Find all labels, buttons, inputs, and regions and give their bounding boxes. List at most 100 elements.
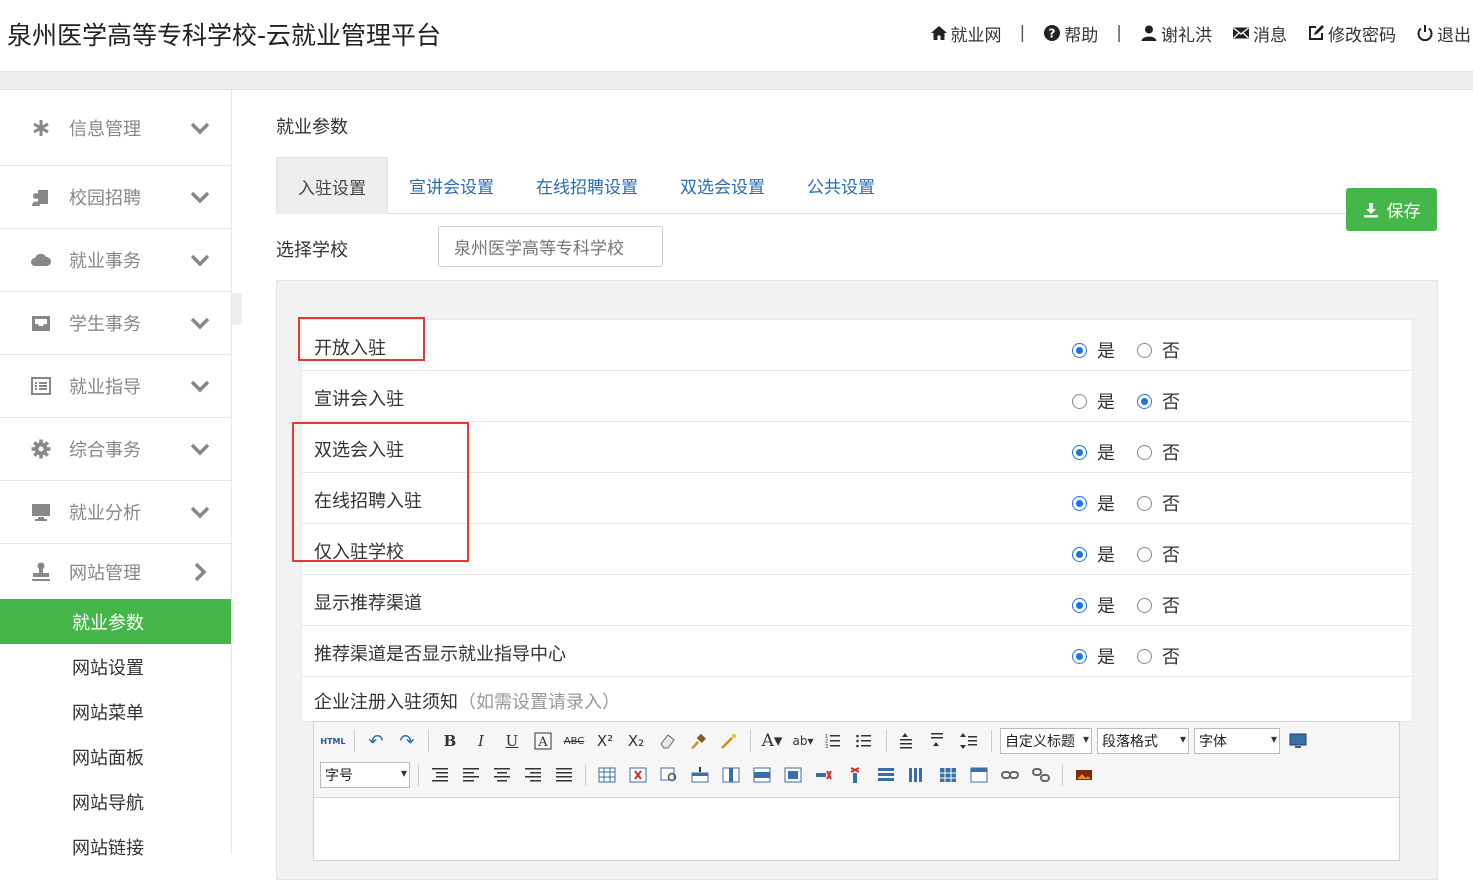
sidebar-item-employment-params[interactable]: 就业参数 <box>0 599 231 644</box>
highlight-box-settle-options <box>292 422 469 562</box>
strikethrough-icon[interactable]: ABC <box>561 729 587 753</box>
sidebar-group-campus-recruit[interactable]: 校园招聘 <box>0 166 231 229</box>
tab-online-recruit-settings[interactable]: 在线招聘设置 <box>515 157 659 214</box>
tab-public-settings[interactable]: 公共设置 <box>786 157 896 214</box>
heading-select[interactable]: 自定义标题 <box>1000 728 1092 754</box>
radio-no[interactable] <box>1137 444 1152 460</box>
sidebar-group-analysis[interactable]: 就业分析 <box>0 481 231 544</box>
radio-no[interactable] <box>1137 546 1152 562</box>
radio-no[interactable] <box>1137 648 1152 664</box>
sidebar-group-guidance[interactable]: 就业指导 <box>0 355 231 418</box>
table-grid-icon[interactable] <box>935 763 961 787</box>
sidebar-collapse-handle[interactable] <box>232 293 242 325</box>
underline-icon[interactable]: U <box>499 729 525 753</box>
nav-jobsite-link[interactable]: 就业网 <box>930 21 1002 46</box>
radio-yes[interactable] <box>1072 393 1087 409</box>
setting-row-channels-guidance: 推荐渠道是否显示就业指导中心 是 否 <box>302 626 1412 677</box>
italic-icon[interactable]: I <box>468 729 494 753</box>
nav-change-password-link[interactable]: 修改密码 <box>1307 21 1396 46</box>
delete-row-icon[interactable] <box>811 763 837 787</box>
tab-settle-settings[interactable]: 入驻设置 <box>276 157 388 214</box>
font-color-icon[interactable]: A▾ <box>759 729 785 753</box>
sidebar-item-site-panel[interactable]: 网站面板 <box>0 734 231 779</box>
paragraph-format-select[interactable]: 段落格式 <box>1097 728 1189 754</box>
align-center-icon[interactable] <box>489 763 515 787</box>
radio-yes-label: 是 <box>1097 341 1115 362</box>
radio-yes[interactable] <box>1072 546 1087 562</box>
table-row-icon[interactable] <box>873 763 899 787</box>
insert-row-above-icon[interactable] <box>687 763 713 787</box>
sidebar-group-website[interactable]: 网站管理 <box>0 544 231 599</box>
split-cells-icon[interactable] <box>780 763 806 787</box>
delete-table-icon[interactable] <box>625 763 651 787</box>
bold-icon[interactable]: B <box>437 729 463 753</box>
setting-radio-group: 是 否 <box>1072 337 1180 363</box>
sidebar-item-site-links[interactable]: 网站链接 <box>0 824 231 869</box>
tab-seminar-settings[interactable]: 宣讲会设置 <box>388 157 515 214</box>
radio-no-label: 否 <box>1162 392 1180 413</box>
radio-no[interactable] <box>1137 597 1152 613</box>
sidebar-item-site-settings[interactable]: 网站设置 <box>0 644 231 689</box>
font-size-select[interactable]: 字号 <box>320 762 410 788</box>
save-button[interactable]: 保存 <box>1346 188 1437 231</box>
eraser-icon[interactable] <box>654 729 680 753</box>
radio-yes[interactable] <box>1072 597 1087 613</box>
table-properties-icon[interactable] <box>656 763 682 787</box>
delete-column-icon[interactable] <box>842 763 868 787</box>
superscript-icon[interactable]: X² <box>592 729 618 753</box>
radio-yes-label: 是 <box>1097 545 1115 566</box>
nav-logout-link[interactable]: 退出 <box>1416 21 1471 46</box>
highlight-color-icon[interactable]: ab▾ <box>790 729 816 753</box>
table-column-icon[interactable] <box>904 763 930 787</box>
radio-yes[interactable] <box>1072 648 1087 664</box>
radio-no[interactable] <box>1137 495 1152 511</box>
nav-help-link[interactable]: ? 帮助 <box>1043 21 1098 46</box>
subscript-icon[interactable]: X₂ <box>623 729 649 753</box>
radio-yes[interactable] <box>1072 495 1087 511</box>
insert-column-icon[interactable] <box>718 763 744 787</box>
sidebar-item-site-nav[interactable]: 网站导航 <box>0 779 231 824</box>
unordered-list-icon[interactable] <box>852 729 878 753</box>
unlink-icon[interactable] <box>1028 763 1054 787</box>
insert-table-icon[interactable] <box>594 763 620 787</box>
radio-no[interactable] <box>1137 342 1152 358</box>
auto-format-icon[interactable] <box>716 729 742 753</box>
insert-image-icon[interactable] <box>1071 763 1097 787</box>
format-brush-icon[interactable] <box>685 729 711 753</box>
notice-hint: （如需设置请录入） <box>458 692 620 713</box>
align-justify-icon[interactable] <box>551 763 577 787</box>
chevron-down-icon <box>190 443 210 456</box>
indent-icon[interactable] <box>427 763 453 787</box>
tab-job-fair-settings[interactable]: 双选会设置 <box>659 157 786 214</box>
nav-user-link[interactable]: 谢礼洪 <box>1140 21 1212 46</box>
paragraph-spacing-bottom-icon[interactable] <box>926 729 952 753</box>
align-left-icon[interactable] <box>458 763 484 787</box>
line-height-icon[interactable] <box>957 729 983 753</box>
link-icon[interactable] <box>997 763 1023 787</box>
top-nav: 就业网 | ? 帮助 | 谢礼洪 消息 修改密码 退出 <box>930 20 1471 46</box>
sidebar-group-employment-affairs[interactable]: 就业事务 <box>0 229 231 292</box>
sidebar-group-general-affairs[interactable]: 综合事务 <box>0 418 231 481</box>
align-right-icon[interactable] <box>520 763 546 787</box>
redo-icon[interactable]: ↷ <box>394 729 420 753</box>
sidebar-group-student-affairs[interactable]: 学生事务 <box>0 292 231 355</box>
fullscreen-icon[interactable] <box>1285 729 1311 753</box>
nav-messages-link[interactable]: 消息 <box>1232 21 1287 46</box>
undo-icon[interactable]: ↶ <box>363 729 389 753</box>
sidebar-group-label: 综合事务 <box>69 440 141 461</box>
html-source-icon[interactable]: HTML <box>320 729 346 753</box>
sidebar-item-site-menu[interactable]: 网站菜单 <box>0 689 231 734</box>
ordered-list-icon[interactable]: 123 <box>821 729 847 753</box>
editor-toolbar-row: 字号 <box>320 762 1097 788</box>
school-input[interactable] <box>438 226 663 267</box>
paragraph-spacing-top-icon[interactable] <box>895 729 921 753</box>
font-border-icon[interactable]: A <box>530 729 556 753</box>
radio-yes[interactable] <box>1072 444 1087 460</box>
table-header-icon[interactable] <box>966 763 992 787</box>
merge-cells-icon[interactable] <box>749 763 775 787</box>
font-family-select[interactable]: 字体 <box>1194 728 1280 754</box>
radio-no[interactable] <box>1137 393 1152 409</box>
asterisk-icon <box>33 119 49 136</box>
sidebar-group-info[interactable]: 信息管理 <box>0 90 231 166</box>
radio-yes[interactable] <box>1072 342 1087 358</box>
